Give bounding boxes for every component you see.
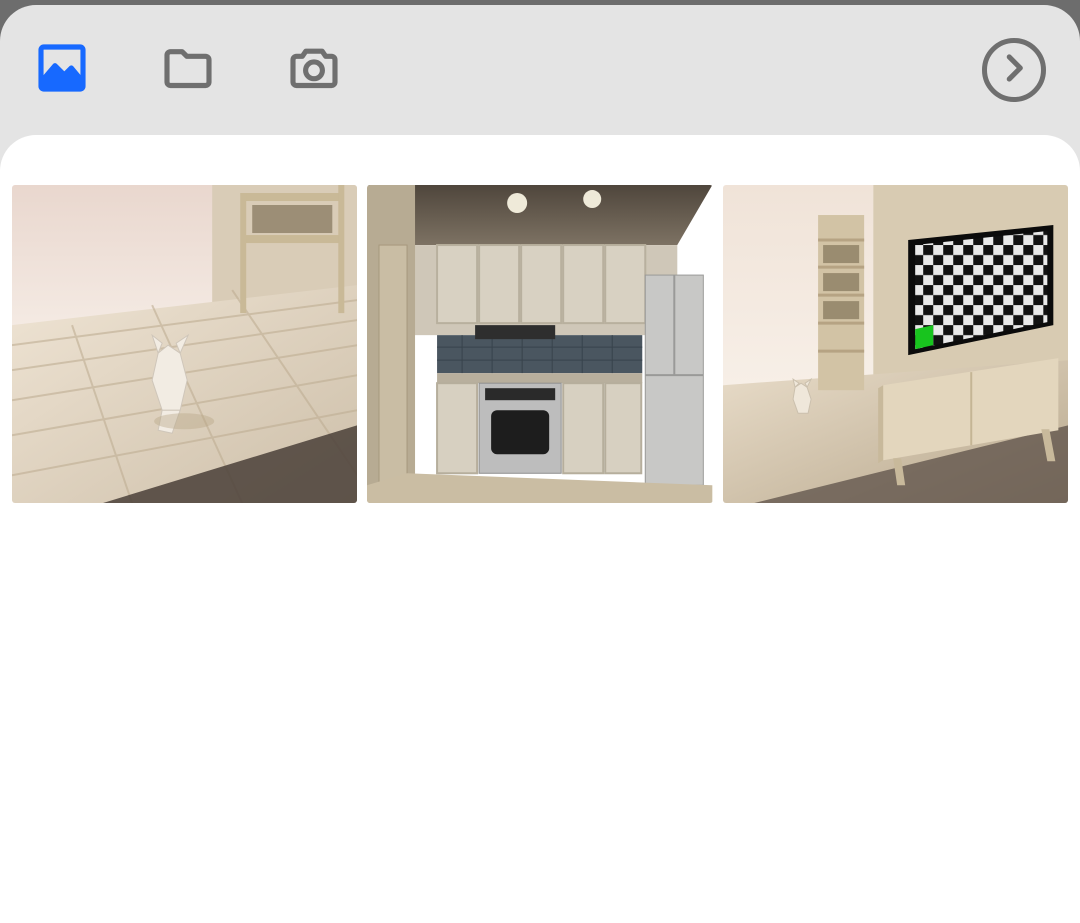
gallery-sheet bbox=[0, 135, 1080, 923]
camera-icon bbox=[286, 40, 342, 101]
photo-2[interactable] bbox=[367, 185, 712, 503]
forward-button[interactable] bbox=[982, 38, 1046, 102]
toolbar bbox=[0, 5, 1080, 135]
gallery-tab[interactable] bbox=[34, 42, 90, 98]
folder-icon bbox=[160, 40, 216, 101]
chevron-right-icon bbox=[995, 49, 1033, 92]
picker-panel bbox=[0, 5, 1080, 923]
gallery-grid bbox=[0, 185, 1080, 503]
camera-tab[interactable] bbox=[286, 42, 342, 98]
photo-1[interactable] bbox=[12, 185, 357, 503]
image-icon bbox=[34, 40, 90, 101]
folder-tab[interactable] bbox=[160, 42, 216, 98]
photo-3[interactable] bbox=[723, 185, 1068, 503]
